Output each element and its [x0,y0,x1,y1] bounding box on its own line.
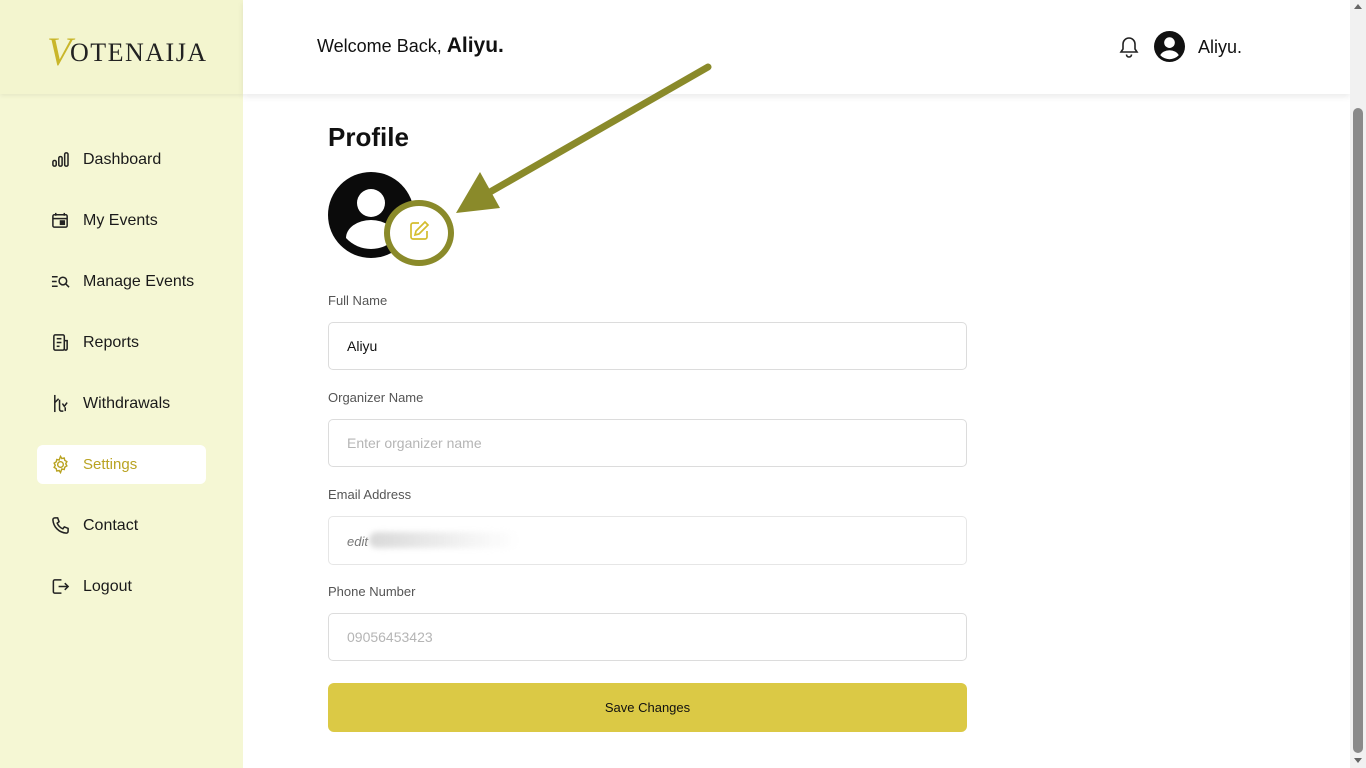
scroll-up-icon[interactable] [1354,4,1362,9]
app-root: VOTENAIJA Dashboard My Events Manage Eve… [0,0,1366,768]
report-icon [50,333,70,353]
welcome-prefix: Welcome Back, [317,36,447,56]
sidebar-item-label: Manage Events [83,272,195,290]
top-header: Welcome Back, Aliyu. Aliyu. [243,0,1350,94]
sidebar-item-label: Settings [83,456,138,473]
sidebar-item-label: Contact [83,516,139,534]
phone-label: Phone Number [328,584,416,599]
welcome-message: Welcome Back, Aliyu. [317,34,504,58]
save-changes-button[interactable]: Save Changes [328,683,967,732]
email-redaction [369,532,519,548]
logout-icon [50,577,70,597]
sidebar-item-contact[interactable]: Contact [37,506,206,545]
welcome-name: Aliyu. [446,34,504,57]
sidebar-item-settings[interactable]: Settings [37,445,206,484]
calendar-icon [50,211,70,231]
bell-icon[interactable] [1119,36,1139,58]
sidebar-item-logout[interactable]: Logout [37,567,206,606]
sidebar-item-dashboard[interactable]: Dashboard [37,140,206,179]
sidebar: VOTENAIJA Dashboard My Events Manage Eve… [0,0,243,768]
sidebar-item-withdrawals[interactable]: Withdrawals [37,384,206,423]
edit-icon [408,220,430,247]
logo-initial: V [47,28,73,74]
organizer-name-label: Organizer Name [328,390,424,405]
full-name-label: Full Name [328,293,388,308]
sidebar-item-label: Withdrawals [83,394,171,412]
sidebar-nav: Dashboard My Events Manage Events Report… [37,140,206,628]
sidebar-item-label: Dashboard [83,150,162,168]
full-name-input[interactable] [328,322,967,370]
vertical-scrollbar[interactable] [1350,0,1366,768]
sidebar-item-label: My Events [83,211,158,229]
scroll-thumb[interactable] [1353,108,1363,753]
phone-icon [50,516,70,536]
sidebar-item-label: Reports [83,333,140,351]
annotation-arrow [456,63,712,213]
brand-logo[interactable]: VOTENAIJA [47,24,208,74]
logo-text: OTENAIJA [69,37,208,67]
sidebar-item-my-events[interactable]: My Events [37,201,206,240]
email-field[interactable]: edit [328,516,967,565]
sidebar-item-manage-events[interactable]: Manage Events [37,262,206,301]
email-label: Email Address [328,487,412,502]
withdraw-icon [50,394,70,414]
gear-icon [50,455,70,475]
logo-area: VOTENAIJA [0,0,243,94]
email-value: edit [347,534,368,549]
organizer-name-input[interactable] [328,419,967,467]
edit-avatar-button[interactable] [384,200,454,266]
sidebar-item-reports[interactable]: Reports [37,323,206,362]
sidebar-item-label: Logout [83,577,132,595]
header-user-name[interactable]: Aliyu. [1198,37,1242,58]
scroll-down-icon[interactable] [1354,758,1362,763]
list-search-icon [50,272,70,292]
bar-chart-icon [50,150,70,170]
user-avatar-icon[interactable] [1154,31,1185,62]
phone-input[interactable] [328,613,967,661]
page-title: Profile [328,122,409,152]
